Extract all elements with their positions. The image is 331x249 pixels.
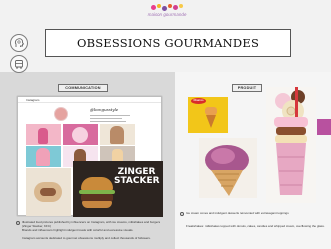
instagram-header: Instagram	[18, 97, 161, 103]
slide: maison gourmande OBSESSIONS GOURMANDES C…	[0, 0, 331, 249]
post-thumbnail	[26, 124, 61, 145]
communication-tag: COMMUNICATION	[58, 84, 108, 92]
accent-square	[317, 119, 331, 135]
post-thumbnail	[63, 124, 98, 145]
freakshake-photo	[266, 87, 316, 203]
post-thumbnail	[100, 124, 135, 145]
churros-label: Churros	[193, 99, 204, 102]
instagram-profile: @bongusstyle	[54, 105, 134, 125]
bullet-icon	[180, 212, 184, 216]
post-thumbnail	[26, 168, 71, 216]
head-profile-icon	[10, 34, 28, 52]
product-tag: PRODUIT	[232, 84, 262, 92]
brand-logo: maison gourmande	[147, 4, 187, 19]
churros-cone-icon	[205, 107, 217, 128]
caption-product-1: Ice cream cones and indulgent desserts r…	[180, 211, 326, 216]
zinger-ad-text: ZINGER STACKER	[114, 167, 160, 186]
title-box: OBSESSIONS GOURMANDES	[45, 29, 291, 57]
page-title: OBSESSIONS GOURMANDES	[76, 36, 260, 50]
instagram-app-name: Instagram	[26, 98, 40, 102]
post-thumbnail	[26, 146, 61, 167]
bullet-icon	[16, 221, 20, 225]
instagram-handle: @bongusstyle	[90, 107, 119, 112]
instagram-screenshot: Instagram @bongusstyle ZINGER STACKER	[17, 96, 163, 217]
caption-communication-3: Instagram accounts dedicated to gourmet …	[22, 236, 151, 240]
caption-communication-2: Brands and influencers highlight indulge…	[22, 228, 134, 232]
avatar	[54, 107, 68, 121]
ice-cream-cone-photo	[199, 138, 257, 198]
caption-product-2: Freakshakes: milkshakes topped with donu…	[186, 224, 325, 228]
logo-text: maison gourmande	[147, 12, 187, 17]
bus-icon	[10, 55, 28, 73]
zinger-stacker-ad: ZINGER STACKER	[73, 161, 163, 217]
